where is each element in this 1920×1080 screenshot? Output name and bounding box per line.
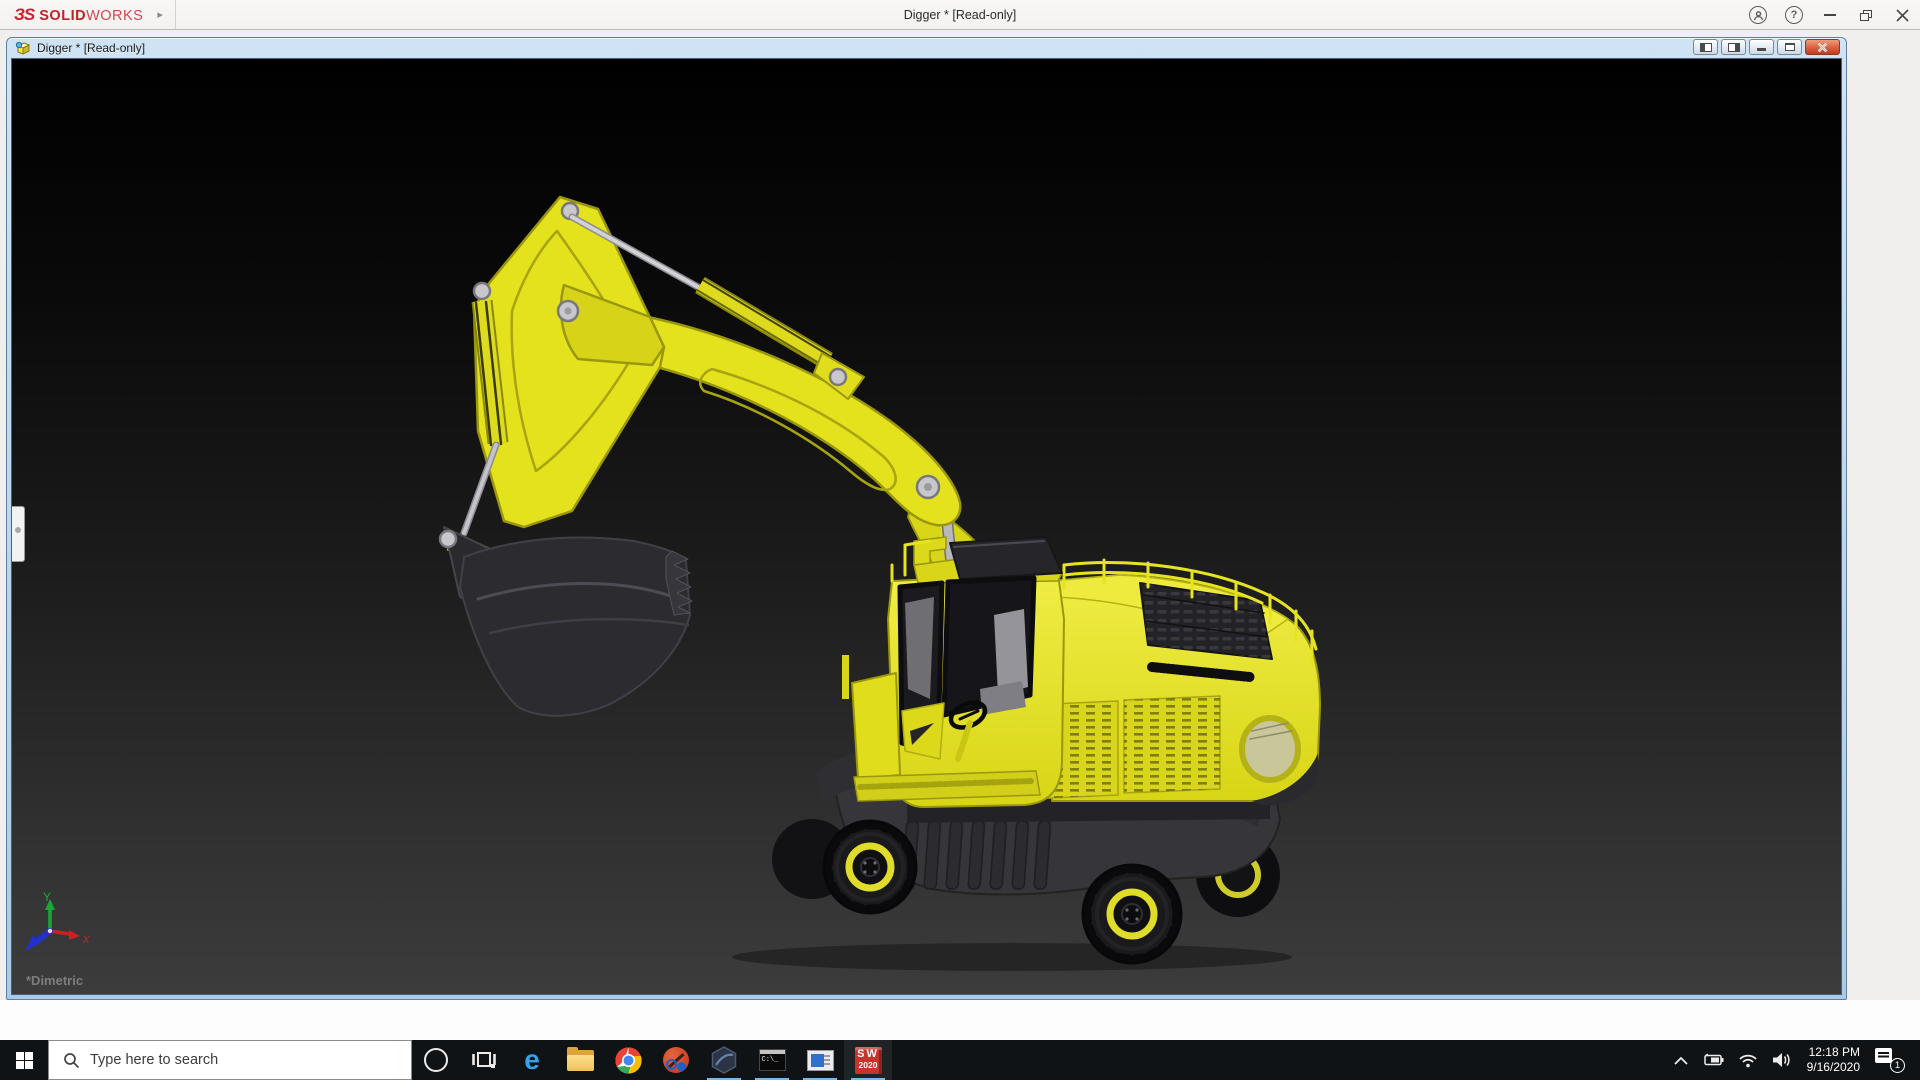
system-tray: 12:18 PM 9/16/2020 1 — [1667, 1040, 1920, 1080]
task-view-icon — [472, 1052, 496, 1068]
document-titlebar[interactable]: Digger * [Read-only] — [11, 38, 1842, 58]
window-app-button[interactable] — [796, 1040, 844, 1080]
media-cutter-button[interactable] — [652, 1040, 700, 1080]
chrome-button[interactable] — [604, 1040, 652, 1080]
search-icon — [64, 1052, 80, 1068]
file-explorer-icon — [566, 1046, 594, 1071]
triad-y-label: Y — [43, 890, 51, 904]
speaker-icon — [1772, 1053, 1790, 1067]
pane-left-icon — [1699, 42, 1712, 52]
command-prompt-icon: C:\_ — [758, 1049, 786, 1071]
tray-date: 9/16/2020 — [1806, 1060, 1860, 1074]
battery-icon — [1703, 1053, 1724, 1066]
solidworks-logo-mark: ЗS — [14, 4, 35, 24]
doc-close-icon — [1817, 42, 1828, 52]
tray-chevron-button[interactable] — [1667, 1040, 1695, 1080]
document-window-controls — [1693, 39, 1840, 55]
action-center-button[interactable]: 1 — [1868, 1040, 1920, 1080]
part-document-icon — [15, 41, 31, 55]
doc-maximize-button[interactable] — [1777, 39, 1802, 55]
clock[interactable]: 12:18 PM 9/16/2020 — [1799, 1040, 1868, 1080]
side-window — [941, 575, 1037, 718]
app-window-controls: ? — [1740, 0, 1920, 30]
view-orientation-label: *Dimetric — [26, 973, 84, 988]
pane-left-button[interactable] — [1693, 39, 1718, 55]
help-button[interactable]: ? — [1776, 0, 1812, 30]
app-titlebar: ЗS SOLID WORKS ▸ Digger * [Read-only] ? — [0, 0, 1920, 30]
battery-button[interactable] — [1695, 1040, 1731, 1080]
chevron-up-icon — [1673, 1056, 1688, 1065]
task-view-button[interactable] — [460, 1040, 508, 1080]
volume-button[interactable] — [1765, 1040, 1799, 1080]
edge-button[interactable]: e — [508, 1040, 556, 1080]
help-icon: ? — [1785, 6, 1803, 24]
media-cutter-icon — [663, 1047, 689, 1073]
body-deck — [1029, 558, 1321, 806]
document-title: Digger * [Read-only] — [37, 41, 146, 55]
file-explorer-button[interactable] — [556, 1040, 604, 1080]
notification-badge: 1 — [1890, 1058, 1905, 1073]
digger-model: Y x — [25, 195, 1321, 971]
body-oval-window — [1239, 715, 1301, 783]
feature-tree-collapse-handle[interactable] — [12, 506, 25, 562]
ground-shadow — [732, 943, 1292, 971]
bucket — [459, 536, 693, 717]
solidworks-logo: ЗS SOLID WORKS — [0, 5, 143, 25]
app-background-strip — [0, 1000, 1920, 1040]
cab — [842, 536, 1065, 808]
solidworks-2020-button[interactable]: SW 2020 — [844, 1040, 892, 1080]
doc-close-button[interactable] — [1805, 39, 1840, 55]
document-window: Digger * [Read-only] Y x *Dimetric — [6, 37, 1847, 1000]
titlebar-separator — [174, 0, 176, 29]
hexagon-app-icon — [711, 1046, 737, 1074]
minimize-icon — [1824, 14, 1836, 16]
solidworks-logo-works: WORKS — [86, 7, 144, 24]
tray-time: 12:18 PM — [1808, 1045, 1860, 1059]
minimize-button[interactable] — [1812, 0, 1848, 30]
triad-x-label: x — [82, 931, 90, 946]
solidworks-logo-solid: SOLID — [39, 7, 87, 24]
restore-icon — [1860, 9, 1872, 21]
edge-icon: e — [524, 1044, 540, 1075]
account-button[interactable] — [1740, 0, 1776, 30]
orientation-triad: Y x — [25, 890, 90, 951]
taskbar-search[interactable] — [48, 1040, 412, 1080]
seat — [994, 609, 1028, 695]
front-wheel — [822, 819, 918, 915]
search-input[interactable] — [90, 1052, 380, 1068]
restore-button[interactable] — [1848, 0, 1884, 30]
pane-right-button[interactable] — [1721, 39, 1746, 55]
window-app-icon — [806, 1049, 834, 1071]
solidworks-2020-icon: SW 2020 — [854, 1046, 882, 1074]
taskbar: e C:\_ SW2020 — [0, 1040, 1920, 1080]
command-prompt-button[interactable]: C:\_ — [748, 1040, 796, 1080]
windows-logo-icon — [15, 1051, 33, 1069]
account-icon — [1749, 6, 1767, 24]
wifi-icon — [1739, 1054, 1757, 1067]
doc-minimize-icon — [1757, 47, 1766, 51]
menu-expand-arrow-icon[interactable]: ▸ — [157, 8, 163, 21]
chrome-icon — [614, 1046, 642, 1074]
close-icon — [1895, 8, 1909, 22]
cortana-icon — [424, 1048, 448, 1072]
close-button[interactable] — [1884, 0, 1920, 30]
notification-icon — [1875, 1048, 1892, 1063]
doc-maximize-icon — [1784, 43, 1795, 51]
cortana-button[interactable] — [412, 1040, 460, 1080]
graphics-area[interactable]: Y x *Dimetric — [11, 58, 1842, 995]
app-window-title: Digger * [Read-only] — [903, 8, 1017, 22]
rear-wheel — [1081, 863, 1183, 965]
start-button[interactable] — [0, 1040, 48, 1080]
hexagon-app-button[interactable] — [700, 1040, 748, 1080]
doc-minimize-button[interactable] — [1749, 39, 1774, 55]
pane-right-icon — [1727, 42, 1740, 52]
network-button[interactable] — [1731, 1040, 1765, 1080]
mirror — [842, 655, 849, 699]
